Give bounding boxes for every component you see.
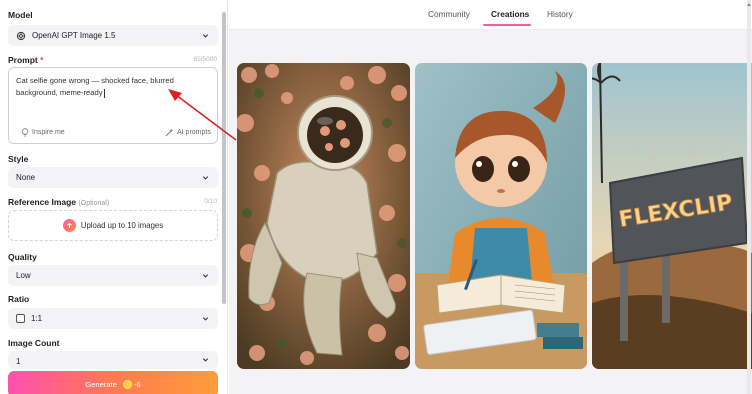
chevron-down-icon bbox=[202, 34, 209, 38]
tab-creations[interactable]: Creations bbox=[491, 9, 529, 19]
reference-image-label: Reference Image (Optional) bbox=[8, 197, 109, 207]
ratio-value: 1:1 bbox=[31, 314, 43, 323]
gallery-image-astronaut[interactable] bbox=[237, 63, 410, 369]
right-scrollbar[interactable] bbox=[746, 0, 752, 394]
style-value: None bbox=[16, 173, 36, 182]
model-select[interactable]: OpenAI GPT Image 1.5 bbox=[8, 25, 218, 46]
tabs-bar: Community Creations History bbox=[229, 0, 752, 30]
prompt-label-text: Prompt bbox=[8, 55, 38, 65]
image-count-select[interactable]: 1 bbox=[8, 351, 218, 369]
prompt-text: Cat selfie gone wrong — shocked face, bl… bbox=[16, 75, 214, 99]
image-count-value: 1 bbox=[16, 357, 21, 366]
upload-reference-area[interactable]: Upload up to 10 images bbox=[8, 210, 218, 241]
ai-prompts-label: AI prompts bbox=[177, 129, 211, 136]
tab-community[interactable]: Community bbox=[428, 9, 470, 19]
reference-image-label-text: Reference Image bbox=[8, 197, 77, 207]
generate-label: Generate bbox=[85, 379, 117, 389]
prompt-textarea[interactable]: Cat selfie gone wrong — shocked face, bl… bbox=[8, 67, 218, 144]
ratio-select[interactable]: 1:1 bbox=[8, 308, 218, 329]
reference-counter: 0/10 bbox=[204, 198, 217, 205]
settings-panel: Model OpenAI GPT Image 1.5 Prompt * 65/5… bbox=[0, 0, 228, 394]
optional-hint: (Optional) bbox=[78, 200, 110, 207]
tab-history[interactable]: History bbox=[547, 9, 573, 19]
quality-select[interactable]: Low bbox=[8, 265, 218, 286]
prompt-value: Cat selfie gone wrong — shocked face, bl… bbox=[16, 76, 174, 97]
style-label: Style bbox=[8, 154, 29, 164]
billboard-image: FLEXCLIP bbox=[592, 63, 752, 369]
style-select[interactable]: None bbox=[8, 167, 218, 188]
chevron-down-icon bbox=[202, 317, 209, 321]
inspire-me-button[interactable]: Inspire me bbox=[21, 128, 65, 137]
required-star: * bbox=[40, 55, 44, 65]
prompt-label: Prompt * bbox=[8, 55, 43, 65]
text-caret bbox=[103, 88, 105, 98]
ai-prompts-button[interactable]: AI prompts bbox=[165, 128, 211, 137]
quality-label: Quality bbox=[8, 252, 37, 262]
model-value: OpenAI GPT Image 1.5 bbox=[32, 31, 116, 40]
prompt-counter: 65/5000 bbox=[193, 56, 218, 63]
girl-writing-image bbox=[415, 63, 587, 369]
chevron-down-icon bbox=[202, 274, 209, 278]
magic-wand-icon bbox=[165, 128, 174, 137]
credit-coin-icon bbox=[122, 379, 132, 389]
active-tab-indicator bbox=[483, 24, 531, 26]
upload-icon bbox=[62, 219, 76, 232]
lightbulb-icon bbox=[21, 128, 29, 137]
ratio-square-icon bbox=[16, 314, 25, 323]
left-scrollbar-thumb[interactable] bbox=[222, 12, 226, 304]
chevron-down-icon bbox=[202, 176, 209, 180]
generate-button[interactable]: Generate -6 bbox=[8, 371, 218, 394]
gallery-image-girl-writing[interactable] bbox=[415, 63, 587, 369]
model-label: Model bbox=[8, 10, 33, 20]
ratio-label: Ratio bbox=[8, 294, 30, 304]
openai-icon bbox=[16, 31, 26, 40]
generate-cost: -6 bbox=[133, 379, 141, 389]
astronaut-image bbox=[237, 63, 410, 369]
upload-label: Upload up to 10 images bbox=[80, 221, 164, 230]
gallery-panel: Community Creations History FLEXCLIP bbox=[229, 0, 752, 394]
quality-value: Low bbox=[16, 271, 31, 280]
image-count-label: Image Count bbox=[8, 338, 60, 348]
chevron-down-icon bbox=[202, 358, 209, 362]
inspire-me-label: Inspire me bbox=[32, 129, 65, 136]
gallery-image-billboard[interactable]: FLEXCLIP bbox=[592, 63, 752, 369]
